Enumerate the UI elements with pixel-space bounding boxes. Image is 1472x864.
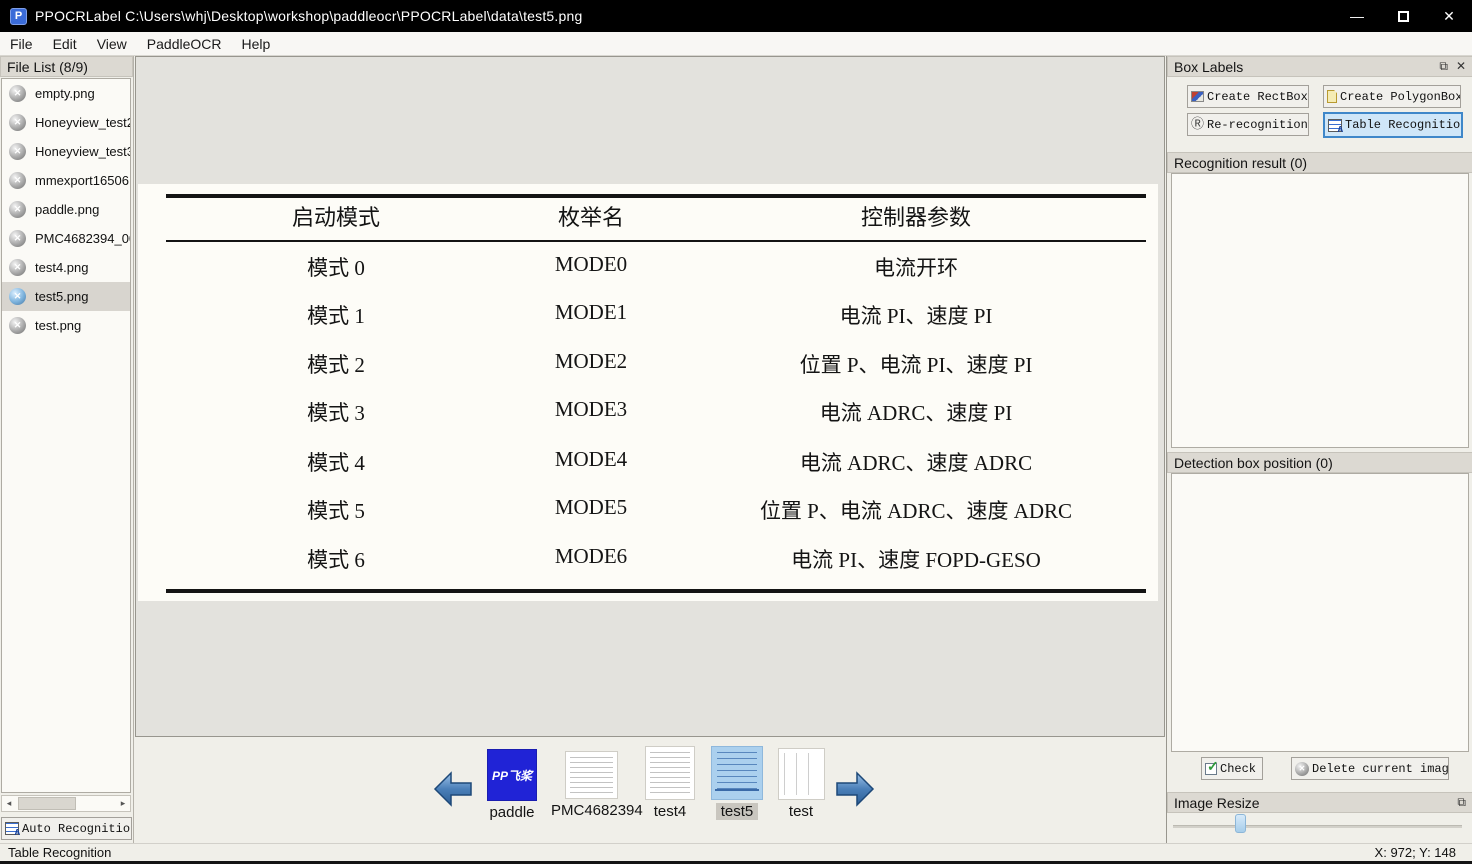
file-list: ✕ empty.png ✕ Honeyview_test2. ✕ Honeyvi… [1,78,131,793]
table-row: 模式 0 MODE0 电流开环 [138,252,1158,282]
table-row: 模式 1 MODE1 电流 PI、速度 PI [138,300,1158,330]
delete-current-image-button[interactable]: ✕ Delete current image [1291,757,1449,780]
check-icon [1205,763,1217,775]
scroll-right-icon[interactable]: ▸ [116,798,130,809]
thumbnail-label-selected: test5 [716,803,759,820]
menu-paddleocr[interactable]: PaddleOCR [137,34,232,54]
loaded-image-test5: 启动模式 枚举名 控制器参数 模式 0 MODE0 电流开环 模式 1 MODE… [138,184,1158,601]
float-panel-icon[interactable]: ⧉ [1457,795,1466,810]
file-x-icon: ✕ [9,172,26,189]
menu-edit[interactable]: Edit [43,34,87,54]
status-bar: Table Recognition X: 972; Y: 148 [0,843,1472,861]
next-image-arrow-icon[interactable] [835,769,875,809]
minimize-button[interactable]: — [1334,0,1380,32]
file-x-icon: ✕ [9,259,26,276]
table-rule-bottom [166,589,1146,593]
maximize-button[interactable] [1380,0,1426,32]
re-recognition-icon: Ⓡ [1191,118,1204,131]
table-row: 模式 5 MODE5 位置 P、电流 ADRC、速度 ADRC [138,495,1158,525]
prev-image-arrow-icon[interactable] [433,769,473,809]
cursor-coordinates: X: 972; Y: 148 [1375,845,1472,860]
file-x-icon: ✕ [9,143,26,160]
box-labels-panel: Box Labels ⧉ ✕ Create RectBox Create Pol… [1166,56,1472,843]
file-item-mmexport[interactable]: ✕ mmexport16506 [2,166,130,195]
table-row: 模式 2 MODE2 位置 P、电流 PI、速度 PI [138,349,1158,379]
file-item-paddle[interactable]: ✕ paddle.png [2,195,130,224]
file-x-icon: ✕ [9,114,26,131]
file-list-hscrollbar[interactable]: ◂ ▸ [1,795,131,812]
file-x-icon: ✕ [9,317,26,334]
close-button[interactable]: ✕ [1426,0,1472,32]
title-bar: P PPOCRLabel C:\Users\whj\Desktop\worksh… [0,0,1472,32]
table-icon [5,822,19,835]
paddle-logo-thumb: PP飞桨 [487,749,537,801]
scroll-left-icon[interactable]: ◂ [2,798,16,809]
document-thumb [645,746,695,800]
minimize-icon: — [1350,8,1364,24]
thumbnail-strip: PP飞桨 paddle PMC4682394 test4 test5 test [135,737,1165,843]
thumbnail-test5-selected[interactable]: test5 [700,746,774,821]
table-recognition-button[interactable]: Table Recognition [1323,112,1463,138]
thumbnail-label: test [784,803,818,820]
status-message: Table Recognition [0,845,111,860]
file-item-test[interactable]: ✕ test.png [2,311,130,340]
recognition-result-header: Recognition result (0) [1167,152,1472,173]
file-item-test5[interactable]: ✕ test5.png [2,282,130,311]
file-item-pmc[interactable]: ✕ PMC4682394_00 [2,224,130,253]
file-list-header: File List (8/9) [0,56,133,77]
file-x-icon: ✕ [9,85,26,102]
create-polygonbox-button[interactable]: Create PolygonBox [1323,85,1461,108]
check-button[interactable]: Check [1201,757,1263,780]
app-icon: P [10,8,27,25]
image-resize-header: Image Resize ⧉ [1167,792,1472,813]
table-header-row: 启动模式 枚举名 控制器参数 [138,200,1158,230]
menu-help[interactable]: Help [231,34,280,54]
thumbnail-test[interactable]: test [764,748,838,821]
box-labels-header: Box Labels ⧉ ✕ [1167,56,1472,77]
file-list-panel: File List (8/9) ✕ empty.png ✕ Honeyview_… [0,56,134,843]
file-item-empty[interactable]: ✕ empty.png [2,79,130,108]
re-recognition-button[interactable]: Ⓡ Re-recognition [1187,113,1309,136]
file-item-honeyview2[interactable]: ✕ Honeyview_test2. [2,108,130,137]
thumbnail-test4[interactable]: test4 [633,746,707,821]
delete-x-icon: ✕ [1295,762,1309,776]
table-row: 模式 3 MODE3 电流 ADRC、速度 PI [138,397,1158,427]
close-panel-icon[interactable]: ✕ [1456,59,1466,74]
image-resize-slider-handle[interactable] [1235,814,1246,833]
scrollbar-thumb[interactable] [18,797,76,810]
table-row: 模式 6 MODE6 电流 PI、速度 FOPD-GESO [138,544,1158,574]
table-recognition-icon [1328,119,1342,132]
detection-box-position-list[interactable] [1171,473,1469,752]
rectbox-icon [1191,91,1204,102]
polygonbox-icon [1327,90,1337,103]
image-resize-slider-track[interactable] [1173,825,1462,828]
table-rule-header [166,240,1146,242]
create-rectbox-button[interactable]: Create RectBox [1187,85,1309,108]
thumbnail-label: test4 [649,803,692,820]
maximize-icon [1398,11,1409,22]
thumbnail-paddle[interactable]: PP飞桨 paddle [475,749,549,822]
auto-recognition-button[interactable]: Auto Recognition [1,817,132,840]
thumbnail-label: paddle [484,804,539,821]
recognition-result-list[interactable] [1171,173,1469,448]
file-x-icon: ✕ [9,230,26,247]
document-thumb [565,751,618,799]
window-title: PPOCRLabel C:\Users\whj\Desktop\workshop… [35,8,582,24]
menu-file[interactable]: File [0,34,43,54]
document-thumb-selected [711,746,763,800]
thumbnail-pmc4682394[interactable]: PMC4682394 [546,751,636,820]
image-canvas[interactable]: 启动模式 枚举名 控制器参数 模式 0 MODE0 电流开环 模式 1 MODE… [135,56,1165,737]
file-x-icon: ✕ [9,201,26,218]
close-icon: ✕ [1443,8,1455,25]
table-rule-top [166,194,1146,198]
table-row: 模式 4 MODE4 电流 ADRC、速度 ADRC [138,447,1158,477]
document-thumb [778,748,825,800]
menu-view[interactable]: View [87,34,137,54]
file-item-honeyview3[interactable]: ✕ Honeyview_test3. [2,137,130,166]
file-x-icon-selected: ✕ [9,288,26,305]
file-item-test4[interactable]: ✕ test4.png [2,253,130,282]
detection-box-position-header: Detection box position (0) [1167,452,1472,473]
float-panel-icon[interactable]: ⧉ [1439,59,1448,74]
menu-bar: File Edit View PaddleOCR Help [0,32,1472,56]
